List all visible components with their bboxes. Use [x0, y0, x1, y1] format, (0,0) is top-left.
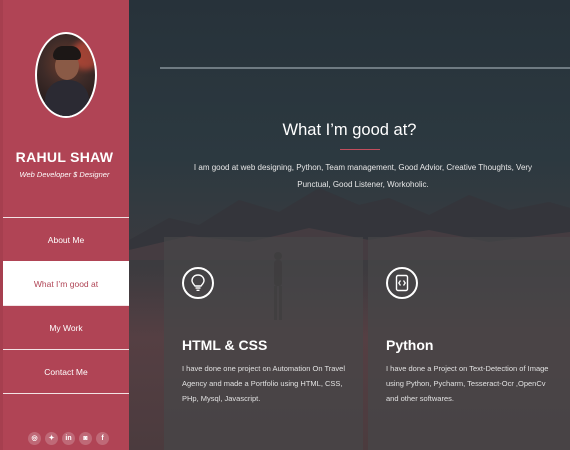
social-links: ◎ ✦ in ◙ f [28, 432, 109, 450]
sidebar: RAHUL SHAW Web Developer $ Designer Abou… [0, 0, 129, 450]
code-icon [386, 267, 418, 299]
sidebar-nav: About Me What I’m good at My Work Contac… [3, 217, 129, 394]
main-content: What I’m good at? I am good at web desig… [129, 0, 570, 450]
skill-card-title: HTML & CSS [182, 337, 268, 353]
section-description: I am good at web designing, Python, Team… [193, 163, 533, 189]
nav-item-my-work[interactable]: My Work [3, 305, 129, 349]
nav-item-what-im-good-at[interactable]: What I’m good at [3, 261, 129, 305]
nav-item-contact-me[interactable]: Contact Me [3, 349, 129, 393]
lightbulb-icon [182, 267, 214, 299]
section-title: What I’m good at? [282, 121, 417, 139]
facebook-icon[interactable]: f [96, 432, 109, 445]
skill-card-description: I have done one project on Automation On… [182, 364, 346, 403]
avatar [35, 32, 97, 118]
twitter-icon[interactable]: ✦ [45, 432, 58, 445]
profile-role: Web Developer $ Designer [19, 170, 110, 179]
skill-card-title: Python [386, 337, 434, 353]
skill-card-description: I have done a Project on Text-Detection … [386, 364, 549, 403]
avatar-hair [53, 46, 81, 60]
instagram-icon[interactable]: ◙ [79, 432, 92, 445]
skill-card-python: Python I have done a Project on Text-Det… [368, 237, 570, 450]
section-title-underline [340, 149, 380, 150]
header-divider [160, 67, 570, 69]
avatar-body [45, 80, 89, 116]
skill-card-html-css: HTML & CSS I have done one project on Au… [164, 237, 363, 450]
profile-name: RAHUL SHAW [15, 149, 114, 165]
nav-item-about-me[interactable]: About Me [3, 217, 129, 261]
github-icon[interactable]: ◎ [28, 432, 41, 445]
linkedin-icon[interactable]: in [62, 432, 75, 445]
